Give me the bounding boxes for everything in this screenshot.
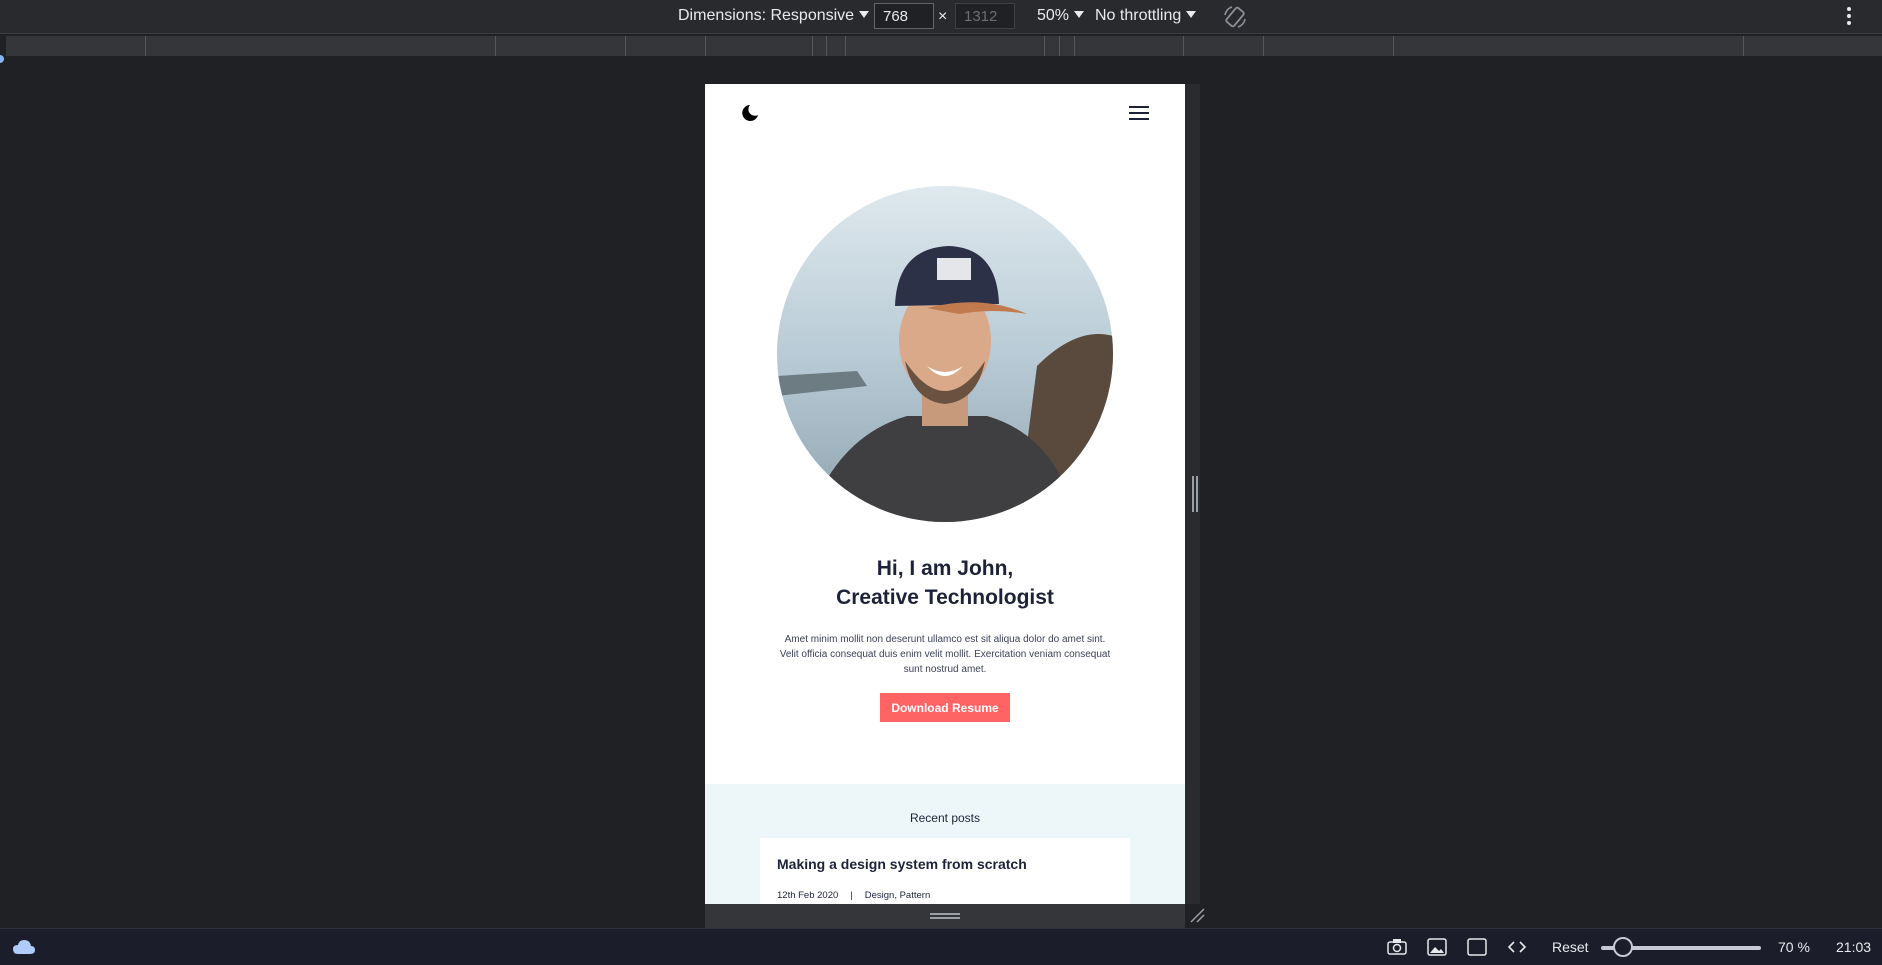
post-meta: 12th Feb 2020 | Design, Pattern: [777, 890, 930, 901]
caret-down-icon: [1186, 11, 1197, 18]
post-card[interactable]: Making a design system from scratch 12th…: [760, 838, 1130, 904]
side-resize-handle-icon[interactable]: [1192, 476, 1200, 512]
caret-down-icon: [859, 11, 870, 18]
width-input[interactable]: 768: [874, 3, 934, 29]
zoom-percentage: 70 %: [1778, 939, 1810, 955]
height-input[interactable]: 1312: [955, 3, 1015, 29]
recent-posts-section: Recent posts Making a design system from…: [705, 784, 1185, 904]
zoom-dropdown[interactable]: 50%: [1037, 7, 1085, 25]
post-title[interactable]: Making a design system from scratch: [777, 856, 1027, 872]
site-navbar: [705, 84, 1185, 174]
taskbar: Reset 70 % 21:03: [0, 928, 1882, 965]
indicator-dot: [0, 55, 4, 63]
dimensions-label: Dimensions: Responsive: [678, 7, 855, 24]
hero-title-line1: Hi, I am John,: [876, 557, 1014, 580]
post-date: 12th Feb 2020: [777, 890, 839, 901]
hero-description: Amet minim mollit non deserunt ullamco e…: [779, 634, 1111, 675]
camera-icon[interactable]: [1387, 938, 1407, 956]
rotate-icon[interactable]: [1222, 4, 1248, 30]
corner-resize-handle-icon[interactable]: [1188, 906, 1206, 924]
post-meta-separator: |: [850, 890, 853, 901]
caret-down-icon: [1074, 11, 1085, 18]
media-query-bar[interactable]: [6, 36, 1882, 56]
zoom-slider-thumb[interactable]: [1613, 937, 1633, 957]
zoom-value: 50%: [1037, 7, 1070, 24]
device-toolbar: Dimensions: Responsive 768 × 1312 50% No…: [0, 0, 1882, 34]
throttling-value: No throttling: [1095, 7, 1182, 24]
more-options-icon[interactable]: [1846, 7, 1852, 27]
hamburger-menu-icon[interactable]: [1129, 106, 1149, 120]
hero-title-line2: Creative Technologist: [836, 586, 1054, 609]
moon-icon[interactable]: [741, 104, 759, 122]
dimensions-dropdown[interactable]: Dimensions: Responsive: [678, 7, 870, 25]
download-resume-button[interactable]: Download Resume: [880, 693, 1010, 722]
clock: 21:03: [1836, 939, 1872, 955]
drag-handle-icon[interactable]: [930, 913, 960, 919]
hero-title: Hi, I am John, Creative Technologist: [705, 554, 1185, 612]
times-symbol: ×: [938, 8, 948, 25]
recent-posts-heading: Recent posts: [909, 811, 981, 825]
emulated-viewport: Hi, I am John, Creative Technologist Ame…: [705, 84, 1185, 904]
reset-button[interactable]: Reset: [1552, 939, 1589, 955]
bottom-resize-bar[interactable]: [705, 904, 1185, 928]
window-icon[interactable]: [1467, 938, 1487, 956]
post-tags: Design, Pattern: [864, 890, 931, 901]
profile-photo: [777, 186, 1113, 522]
code-icon[interactable]: [1507, 938, 1527, 956]
throttling-dropdown[interactable]: No throttling: [1095, 7, 1197, 25]
image-icon[interactable]: [1427, 938, 1447, 956]
cloud-icon[interactable]: [12, 938, 36, 956]
